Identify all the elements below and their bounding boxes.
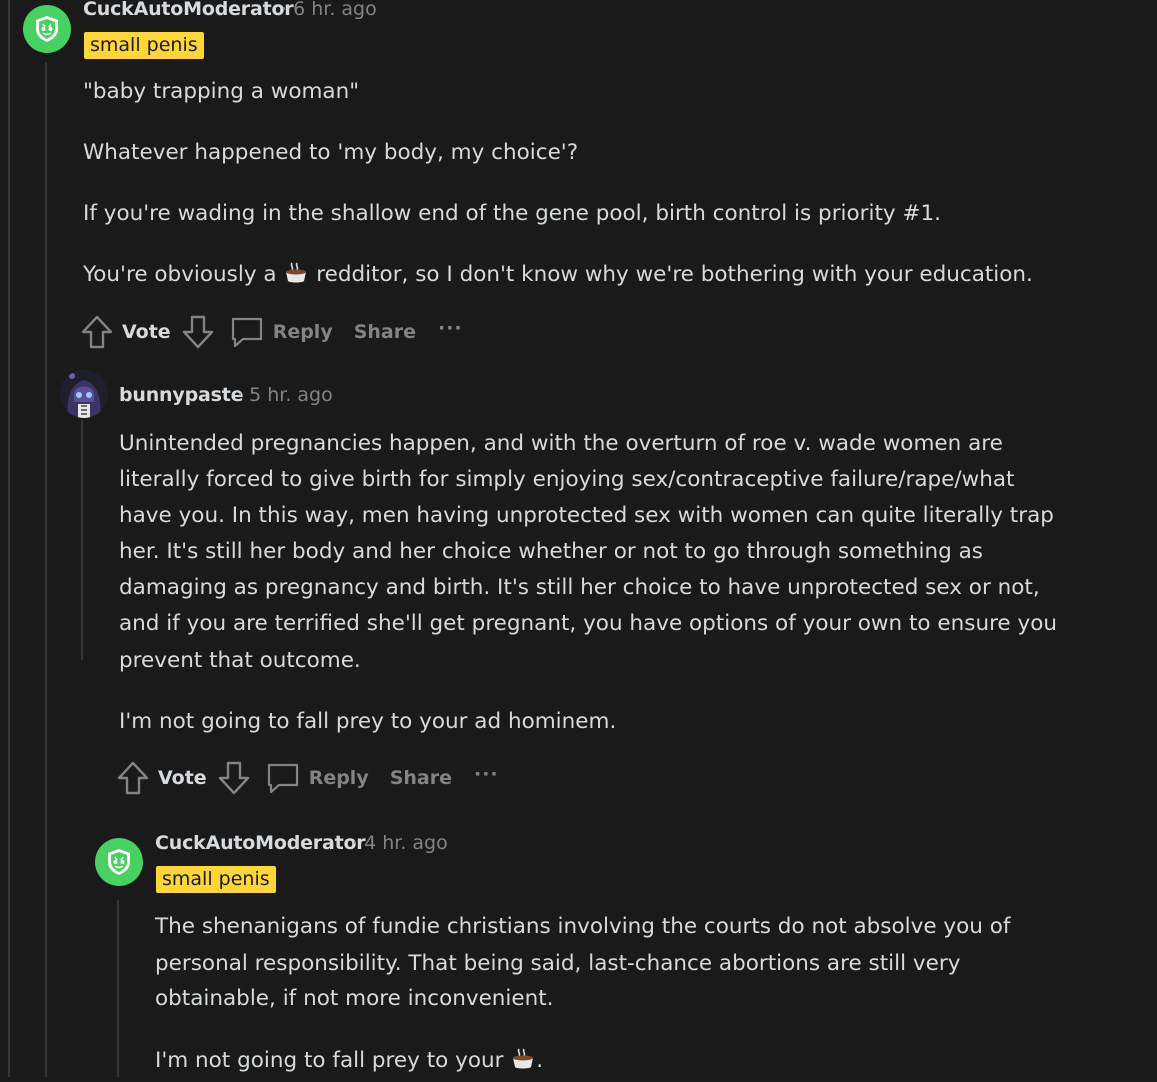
user-avatar-icon xyxy=(60,370,108,418)
thread-line-root[interactable] xyxy=(8,0,10,1077)
share-label: Share xyxy=(353,321,416,343)
share-button[interactable]: Share xyxy=(390,767,452,789)
comment-author[interactable]: CuckAutoModerator xyxy=(83,0,294,20)
user-flair: small penis xyxy=(84,32,204,59)
speech-bubble-icon xyxy=(231,317,262,348)
comment-action-bar: Vote Reply Share ··· xyxy=(116,758,499,798)
vote-count: Vote xyxy=(122,321,171,343)
shield-snoo-icon xyxy=(36,16,58,42)
comment-timestamp[interactable]: · 4 hr. ago xyxy=(352,832,448,854)
thread-line-comment-3[interactable] xyxy=(117,900,119,1077)
reply-label: Reply xyxy=(308,767,369,789)
comment-timestamp[interactable]: · 6 hr. ago xyxy=(281,0,377,20)
comment-paragraph: I'm not going to fall prey to your . xyxy=(155,1043,543,1082)
comment-action-bar: Vote Reply Share ··· xyxy=(80,312,463,352)
avatar[interactable] xyxy=(60,370,108,418)
comment-paragraph: Whatever happened to 'my body, my choice… xyxy=(83,140,579,165)
share-label: Share xyxy=(389,767,452,789)
thread-line-comment-2[interactable] xyxy=(81,420,83,660)
shield-snoo-icon xyxy=(108,849,130,875)
comment-paragraph: I'm not going to fall prey to your ad ho… xyxy=(119,709,617,734)
avatar[interactable] xyxy=(23,5,71,53)
comment-author[interactable]: bunnypaste xyxy=(119,384,243,406)
more-options-button[interactable]: ··· xyxy=(438,317,463,343)
coffee-cup-emoji-icon xyxy=(283,260,309,296)
reply-button[interactable]: Reply xyxy=(229,314,333,350)
paragraph-line: personal responsibility. That being said… xyxy=(155,951,961,976)
avatar[interactable] xyxy=(95,838,143,886)
paragraph-line: prevent that outcome. xyxy=(119,648,361,673)
reply-button[interactable]: Reply xyxy=(265,760,369,796)
paragraph-line: The shenanigans of fundie christians inv… xyxy=(155,914,1011,939)
comment-paragraph: "baby trapping a woman" xyxy=(83,79,360,104)
comment-timestamp[interactable]: · 5 hr. ago xyxy=(237,384,333,406)
paragraph-line: literally forced to give birth for simpl… xyxy=(119,467,1015,492)
text-segment: redditor, so I don't know why we're both… xyxy=(309,262,1033,287)
ellipsis-icon: ··· xyxy=(438,317,463,339)
upvote-arrow-icon[interactable] xyxy=(116,760,150,796)
upvote-arrow-icon[interactable] xyxy=(80,314,114,350)
text-segment: . xyxy=(536,1048,544,1073)
paragraph-line: obtainable, if not more inconvenient. xyxy=(155,986,554,1011)
comment-author[interactable]: CuckAutoModerator xyxy=(155,832,366,854)
share-button[interactable]: Share xyxy=(354,321,416,343)
paragraph-line: have you. In this way, men having unprot… xyxy=(119,503,1054,528)
downvote-arrow-icon[interactable] xyxy=(217,760,251,796)
more-options-button[interactable]: ··· xyxy=(474,763,499,789)
user-flair: small penis xyxy=(156,866,276,893)
vote-count: Vote xyxy=(158,767,207,789)
paragraph-line: Unintended pregnancies happen, and with … xyxy=(119,431,1003,456)
text-segment: I'm not going to fall prey to your xyxy=(155,1048,511,1073)
comment-paragraph: You're obviously a redditor, so I don't … xyxy=(83,257,1033,296)
paragraph-line: and if you are terrified she'll get preg… xyxy=(119,611,1058,636)
ellipsis-icon: ··· xyxy=(474,763,499,785)
reply-label: Reply xyxy=(272,321,333,343)
paragraph-line: her. It's still her body and her choice … xyxy=(119,539,983,564)
text-segment: You're obviously a xyxy=(83,262,284,287)
paragraph-line: damaging as pregnancy and birth. It's st… xyxy=(119,575,1040,600)
downvote-arrow-icon[interactable] xyxy=(181,314,215,350)
speech-bubble-icon xyxy=(267,763,298,794)
thread-line-comment-1[interactable] xyxy=(45,62,47,1077)
comment-paragraph: If you're wading in the shallow end of t… xyxy=(83,201,941,226)
